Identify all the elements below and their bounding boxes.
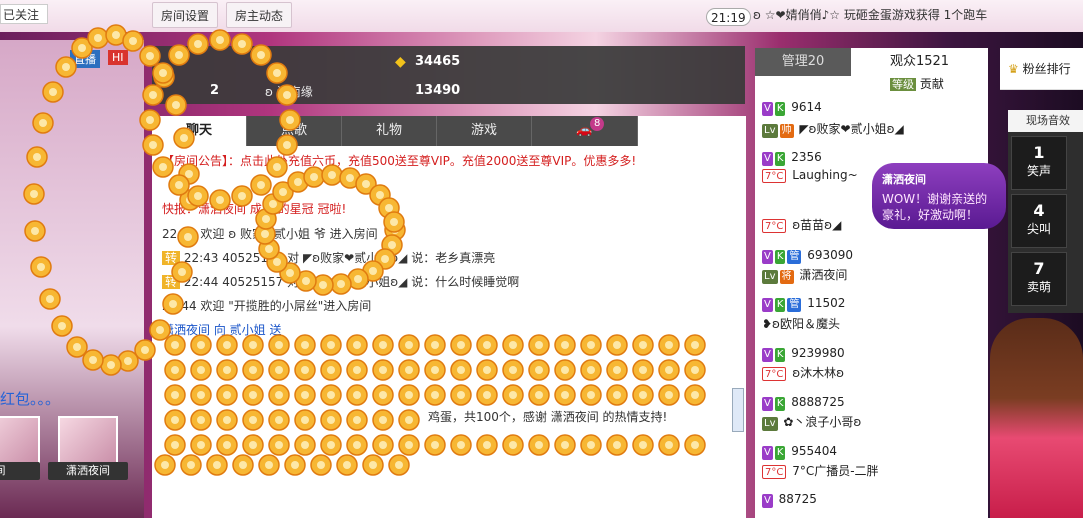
forward-icon: 转 xyxy=(162,251,181,265)
tab-gifts[interactable]: 礼物 xyxy=(342,116,437,146)
fans-ranking[interactable]: ♛ 粉丝排行 xyxy=(1000,48,1083,90)
coin-count: 34465 xyxy=(415,54,461,69)
host-avatar-doll xyxy=(990,318,1083,518)
k-icon: K xyxy=(774,102,786,116)
second-count: 13490 xyxy=(415,83,461,98)
list-item[interactable]: 7°C 7°C广播员-二胖 xyxy=(762,462,879,479)
tab-chat[interactable]: 聊天 xyxy=(152,116,247,146)
list-item[interactable]: VK 955404 xyxy=(762,444,837,460)
jiang-icon: 将 xyxy=(779,270,794,284)
mic-thumbnail-right[interactable] xyxy=(58,416,118,466)
host-news-button[interactable]: 房主动态 xyxy=(226,2,293,28)
mic-name-right: 潇洒夜间 xyxy=(48,462,128,480)
vip-icon: V xyxy=(762,250,773,264)
chat-message: 转 22:44 40525157 对 ◤ʚ败家❤贰小姐ʚ◢ 说：什么时候睡觉啊 xyxy=(162,273,519,290)
list-item[interactable]: VK 9239980 xyxy=(762,346,845,362)
tab-songs[interactable]: 点歌 xyxy=(247,116,342,146)
coin-icon: ◆ xyxy=(395,54,406,70)
vip-icon: V xyxy=(762,348,773,362)
list-item[interactable]: VK 8888725 xyxy=(762,395,845,411)
vip-icon: V xyxy=(762,494,773,508)
list-item[interactable]: VK管 693090 xyxy=(762,248,853,264)
forward-icon: 转 xyxy=(162,275,181,289)
list-item[interactable]: ❥ʚ欧阳＆魔头 xyxy=(762,315,840,332)
k-icon: K xyxy=(774,250,786,264)
k-icon: K xyxy=(774,397,786,411)
tab-audience[interactable]: 观众1521 xyxy=(851,48,988,76)
level-icon: Lv xyxy=(762,417,778,431)
chat-message: 22:43 欢迎 ʚ 败家❤贰小姐 爷 进入房间 xyxy=(162,227,378,241)
list-item[interactable]: VK 9614 xyxy=(762,100,822,116)
sound-button-cute[interactable]: 7 卖萌 xyxy=(1011,252,1067,306)
list-item[interactable]: 7°C ʚ沐木林ʚ xyxy=(762,364,844,381)
level-icon: Lv xyxy=(762,270,778,284)
list-item[interactable]: V 88725 xyxy=(762,492,817,508)
room-announcement[interactable]: 【房间公告】：点击此处充值六币，充值500送至尊VIP。充值2000送至尊VIP… xyxy=(162,152,636,169)
rank-name: ʚ 江南缘 xyxy=(265,85,313,99)
chat-message: 鸡蛋，共100个，感谢 潇洒夜间 的热情支持! xyxy=(428,410,668,424)
guan-icon: 管 xyxy=(787,298,802,312)
mic-name-left: 间 xyxy=(0,462,40,480)
list-item[interactable]: 7°C Laughing~ xyxy=(762,168,858,183)
news-ticker: ʚ ☆❤婧俏俏♪☆ 玩砸金蛋游戏获得 1个跑车 xyxy=(753,8,988,22)
chat-scrollbar[interactable] xyxy=(732,388,744,432)
tab-car[interactable]: 🚗 xyxy=(532,116,638,146)
temp-icon: 7°C xyxy=(762,465,787,479)
chat-panel xyxy=(152,116,746,518)
k-icon: K xyxy=(774,152,786,166)
list-item[interactable]: VK 2356 xyxy=(762,150,822,166)
gift-thanks-bubble: 潇洒夜间 WOW！谢谢亲送的豪礼，好激动啊！ xyxy=(872,163,1006,229)
list-item[interactable]: Lv 将 潇洒夜间 xyxy=(762,266,847,284)
sound-effects-header: 现场音效 xyxy=(1008,110,1083,132)
list-item[interactable]: Lv 帅 ◤ʚ败家❤贰小姐ʚ◢ xyxy=(762,120,904,138)
chat-message: 潇洒夜间 向 贰小姐 送 xyxy=(162,323,282,337)
follow-button[interactable]: 已关注 xyxy=(0,4,48,24)
rank-number: 2 xyxy=(210,83,220,98)
vip-icon: V xyxy=(762,152,773,166)
sound-button-scream[interactable]: 4 尖叫 xyxy=(1011,194,1067,248)
hongbao-text[interactable]: 红包。。。 xyxy=(0,388,60,409)
sound-button-laugh[interactable]: 1 笑声 xyxy=(1011,136,1067,190)
list-item[interactable]: 7°C ʚ苗苗ʚ◢ xyxy=(762,216,841,233)
list-item[interactable]: VK管 11502 xyxy=(762,296,845,312)
tab-managers[interactable]: 管理20 xyxy=(755,48,851,76)
crown-icon: ♛ xyxy=(1008,62,1019,76)
temp-icon: 7°C xyxy=(762,219,787,233)
k-icon: K xyxy=(774,446,786,460)
temp-icon: 7°C xyxy=(762,169,787,183)
live-tag: 直播 xyxy=(70,50,100,68)
guan-icon: 管 xyxy=(787,250,802,264)
chat-message: 转 22:43 40525157 对 ◤ʚ败家❤贰小姐ʚ◢ 说：老乡真漂亮 xyxy=(162,249,495,266)
list-item[interactable]: Lv ✿丶浪子小哥ʚ xyxy=(762,413,861,431)
vip-icon: V xyxy=(762,397,773,411)
clock: 21:19 xyxy=(706,8,751,26)
chat-message: 22:44 欢迎 "开揽胜的小屌丝"进入房间 xyxy=(162,299,372,313)
vip-icon: V xyxy=(762,102,773,116)
k-icon: K xyxy=(774,348,786,362)
mic-thumbnail-left[interactable] xyxy=(0,416,40,466)
tab-games[interactable]: 游戏 xyxy=(437,116,532,146)
hd-tag: HI xyxy=(108,50,128,65)
chat-message: 快报：潇洒夜间 成为 的星冠 冠啦! xyxy=(162,202,347,216)
contribution-header: 等级 贡献 xyxy=(890,77,944,91)
k-icon: K xyxy=(774,298,786,312)
temp-icon: 7°C xyxy=(762,367,787,381)
level-icon: Lv xyxy=(762,124,778,138)
vip-icon: V xyxy=(762,298,773,312)
shuai-icon: 帅 xyxy=(779,124,794,138)
room-settings-button[interactable]: 房间设置 xyxy=(152,2,219,28)
vip-icon: V xyxy=(762,446,773,460)
